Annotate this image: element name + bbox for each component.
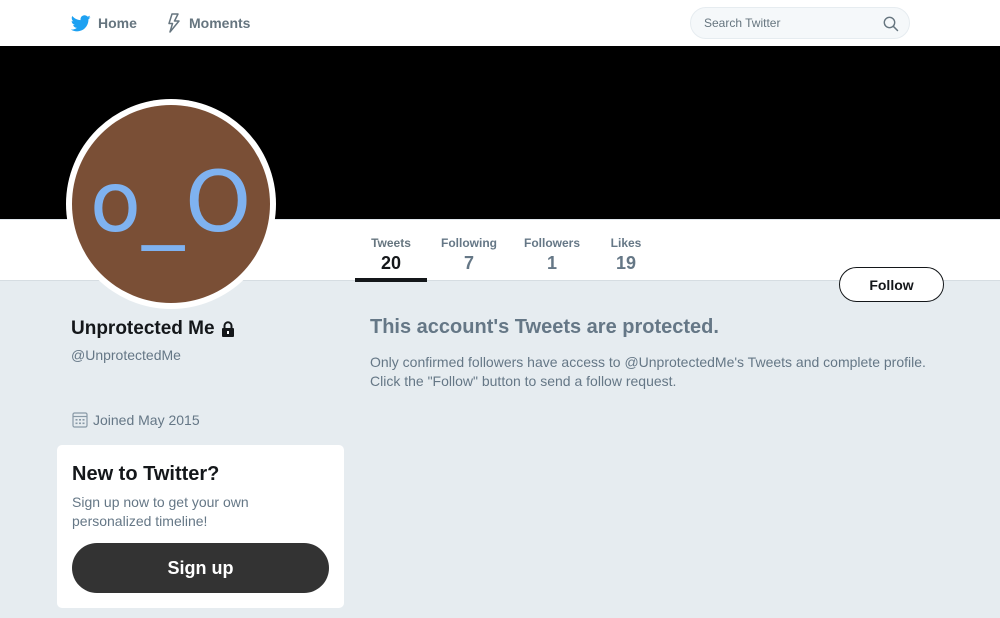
protected-title: This account's Tweets are protected. xyxy=(370,316,719,338)
stat-followers-label: Followers xyxy=(523,236,580,250)
lock-icon xyxy=(221,321,234,337)
stat-followers[interactable]: Followers 1 xyxy=(519,220,585,282)
nav-home[interactable]: Home xyxy=(71,0,137,46)
nav-moments-label: Moments xyxy=(189,15,251,31)
twitter-bird-icon xyxy=(71,14,91,31)
joined-date: Joined May 2015 xyxy=(72,411,200,428)
stat-likes-value: 19 xyxy=(615,253,637,273)
nav-moments[interactable]: Moments xyxy=(166,0,250,46)
follow-button[interactable]: Follow xyxy=(839,267,944,302)
stat-following-value: 7 xyxy=(463,253,474,273)
stat-following-label: Following xyxy=(441,236,497,250)
stat-tweets[interactable]: Tweets 20 xyxy=(355,220,427,282)
stat-likes-label: Likes xyxy=(610,236,642,250)
signup-module: New to Twitter? Sign up now to get your … xyxy=(57,445,344,608)
stat-tweets-value: 20 xyxy=(380,253,402,273)
search-input[interactable] xyxy=(691,8,871,38)
joined-date-text: Joined May 2015 xyxy=(93,411,200,428)
calendar-icon xyxy=(72,412,88,428)
signup-description: Sign up now to get your own personalized… xyxy=(72,494,249,529)
protected-message: Only confirmed followers have access to … xyxy=(370,353,950,391)
lightning-icon xyxy=(168,13,180,33)
profile-name: Unprotected Me xyxy=(71,318,235,340)
search-icon[interactable] xyxy=(883,16,899,32)
signup-title: New to Twitter? xyxy=(72,463,220,485)
signup-button[interactable]: Sign up xyxy=(72,543,329,593)
avatar-image: o_O xyxy=(72,105,270,303)
top-navigation: Home Moments xyxy=(0,0,1000,46)
stat-followers-value: 1 xyxy=(546,253,557,273)
stat-likes[interactable]: Likes 19 xyxy=(602,220,650,282)
protected-message-line1: Only confirmed followers have access to … xyxy=(370,354,926,370)
search-box xyxy=(690,7,910,39)
profile-name-text: Unprotected Me xyxy=(71,318,215,339)
nav-home-label: Home xyxy=(98,15,137,31)
profile-handle[interactable]: @UnprotectedMe xyxy=(71,347,181,363)
protected-message-line2: Click the "Follow" button to send a foll… xyxy=(370,373,677,389)
profile-avatar[interactable]: o_O xyxy=(66,99,276,309)
avatar-face-text: o_O xyxy=(89,153,253,251)
stat-tweets-label: Tweets xyxy=(371,236,411,250)
stat-following[interactable]: Following 7 xyxy=(436,220,502,282)
